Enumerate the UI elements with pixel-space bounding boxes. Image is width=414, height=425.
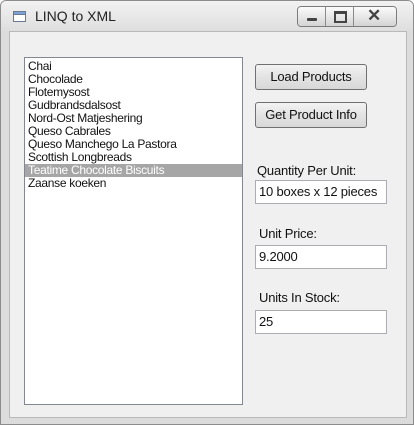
products-list: Chai Chocolade Flotemysost Gudbrandsdalsost… bbox=[25, 58, 242, 190]
close-button[interactable]: ✕ bbox=[354, 7, 396, 26]
get-product-info-button[interactable]: Get Product Info bbox=[255, 102, 367, 128]
unit-price-field[interactable]: 9.2000 bbox=[255, 245, 387, 269]
app-window: LINQ to XML ✕ Chai Chocolade Flotemysost Gu… bbox=[0, 0, 414, 425]
title-bar[interactable]: LINQ to XML ✕ bbox=[1, 1, 413, 31]
maximize-button[interactable] bbox=[326, 7, 354, 26]
caption-buttons: ✕ bbox=[297, 6, 397, 27]
window-title: LINQ to XML bbox=[35, 8, 116, 24]
units-in-stock-field[interactable]: 25 bbox=[255, 310, 387, 334]
list-item[interactable]: Zaanse koeken bbox=[25, 177, 242, 190]
units-in-stock-label: Units In Stock: bbox=[259, 290, 340, 305]
close-icon: ✕ bbox=[367, 6, 382, 25]
load-products-button[interactable]: Load Products bbox=[255, 64, 367, 90]
quantity-per-unit-field[interactable]: 10 boxes x 12 pieces bbox=[255, 180, 387, 204]
form-client-area: Chai Chocolade Flotemysost Gudbrandsdalsost… bbox=[9, 31, 407, 418]
minimize-button[interactable] bbox=[298, 7, 326, 26]
products-listbox[interactable]: Chai Chocolade Flotemysost Gudbrandsdalsost… bbox=[24, 57, 243, 405]
quantity-per-unit-label: Quantity Per Unit: bbox=[257, 163, 356, 178]
app-icon bbox=[13, 11, 26, 22]
minimize-icon bbox=[307, 18, 317, 21]
maximize-icon bbox=[334, 11, 347, 23]
unit-price-label: Unit Price: bbox=[259, 226, 317, 241]
